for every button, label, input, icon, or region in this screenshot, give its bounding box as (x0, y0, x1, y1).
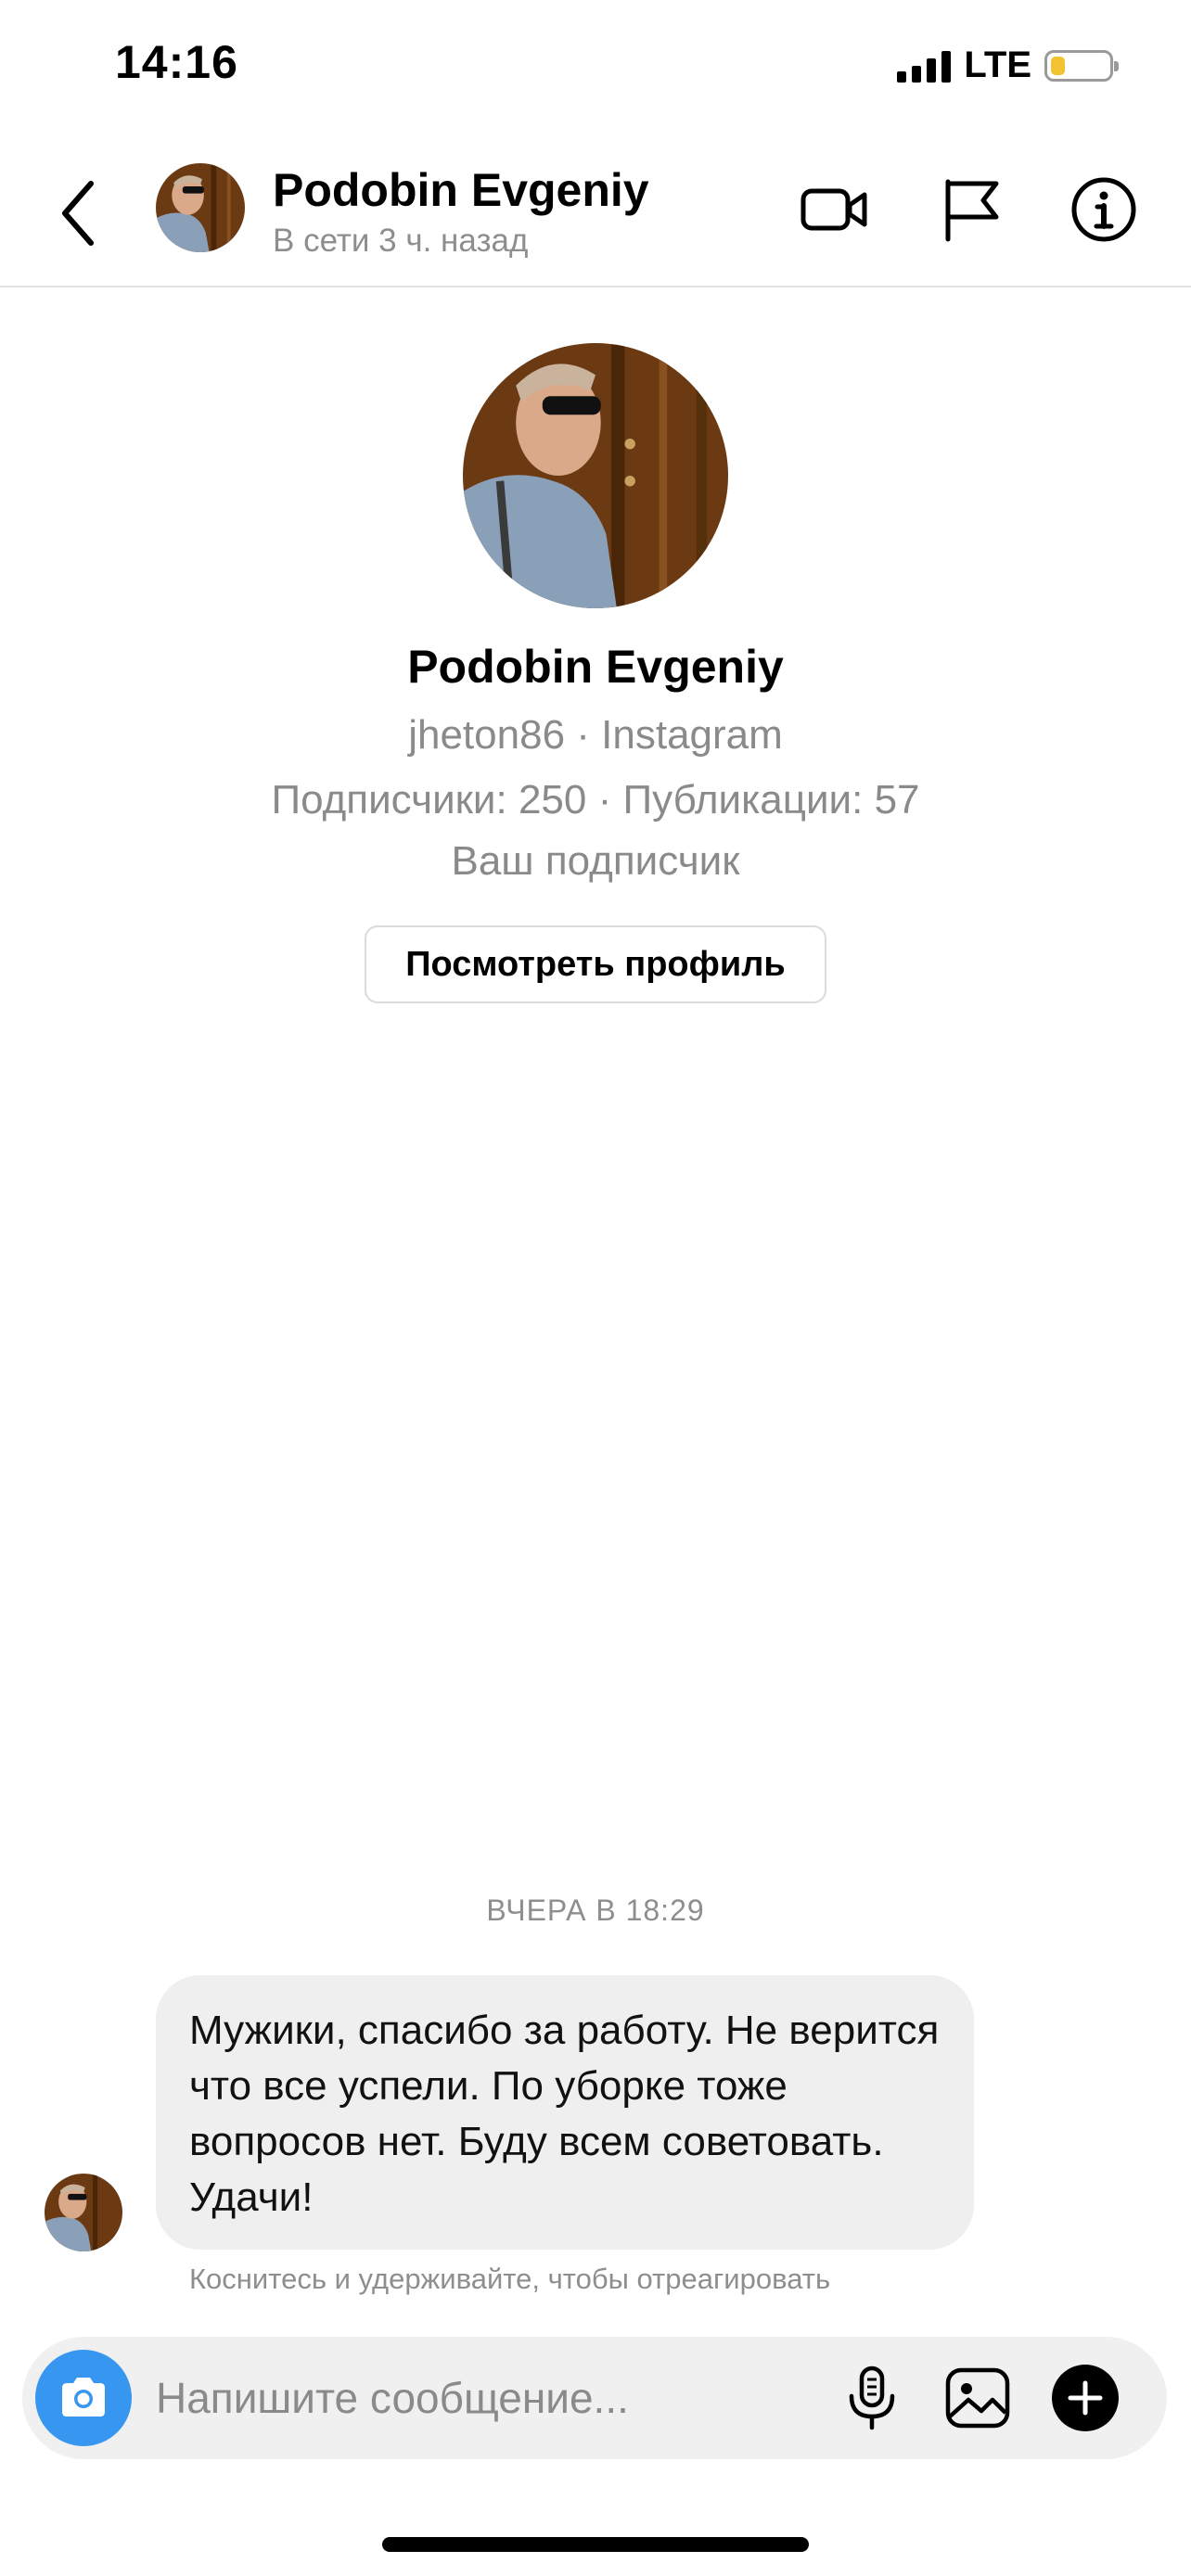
signal-icon (897, 49, 952, 83)
camera-button[interactable] (35, 2350, 132, 2446)
profile-stats: Подписчики: 250 · Публикации: 57 (271, 777, 920, 823)
reaction-hint: Коснитесь и удерживайте, чтобы отреагиро… (189, 2263, 831, 2295)
chevron-left-icon (62, 181, 94, 246)
message-timestamp: ВЧЕРА В 18:29 (486, 1894, 705, 1927)
video-call-icon (800, 188, 867, 231)
video-call-button[interactable] (798, 172, 872, 247)
view-profile-button[interactable]: Посмотреть профиль (365, 925, 826, 1003)
profile-handle: jheton86 · Instagram (408, 712, 783, 758)
plus-icon (1052, 2365, 1119, 2431)
message-input[interactable] (156, 2365, 824, 2431)
info-button[interactable] (1067, 172, 1141, 247)
profile-name: Podobin Evgeniy (407, 641, 784, 693)
voice-message-button[interactable] (837, 2363, 907, 2433)
chat-header: Podobin Evgeniy В сети 3 ч. назад (0, 139, 1191, 287)
profile-avatar[interactable] (463, 343, 728, 608)
battery-level (1051, 56, 1065, 75)
message-avatar[interactable] (45, 2174, 122, 2251)
network-type: LTE (964, 45, 1031, 85)
microphone-icon (849, 2366, 895, 2430)
flag-icon (945, 179, 999, 242)
camera-icon (62, 2378, 105, 2417)
more-actions-button[interactable] (1050, 2363, 1121, 2433)
header-avatar[interactable] (156, 163, 245, 252)
message-composer (22, 2337, 1167, 2459)
status-indicators: LTE (897, 45, 1119, 86)
report-button[interactable] (935, 172, 1009, 247)
battery-icon (1044, 49, 1119, 82)
info-icon (1071, 177, 1136, 242)
contact-status: В сети 3 ч. назад (273, 223, 529, 259)
home-indicator[interactable] (382, 2537, 809, 2552)
profile-relation: Ваш подписчик (451, 838, 740, 884)
message-bubble[interactable]: Мужики, спасибо за работу. Не верится чт… (156, 1975, 974, 2250)
gallery-button[interactable] (942, 2363, 1013, 2433)
gallery-icon (945, 2367, 1010, 2429)
status-time: 14:16 (115, 36, 238, 88)
back-button[interactable] (56, 176, 102, 250)
contact-name[interactable]: Podobin Evgeniy (273, 163, 649, 217)
